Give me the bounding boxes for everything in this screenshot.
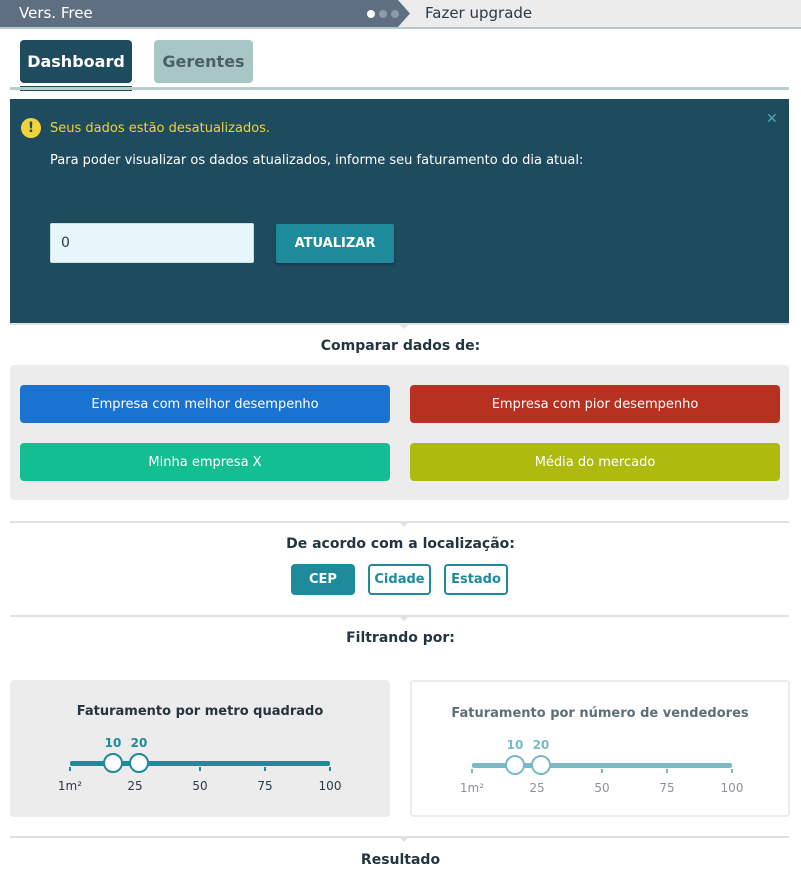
slider-tick-label: 75: [659, 781, 675, 795]
slider-tick-label: 100: [720, 781, 744, 795]
tab-dashboard[interactable]: Dashboard: [20, 40, 132, 83]
location-cidade-button[interactable]: Cidade: [368, 564, 431, 595]
compare-panel: Empresa com melhor desempenho Empresa co…: [10, 365, 789, 500]
filter-panel-sellers[interactable]: Faturamento por número de vendedores 1m²…: [410, 680, 790, 817]
location-title: De acordo com a localização:: [286, 536, 515, 552]
outdated-data-alert: ! Seus dados estão desatualizados. Para …: [10, 99, 789, 323]
section-divider: [10, 836, 789, 842]
section-divider: [10, 521, 789, 527]
slider-tick: [601, 769, 603, 773]
section-divider: [10, 615, 789, 621]
alert-message: Para poder visualizar os dados atualizad…: [50, 153, 584, 168]
carousel-dot[interactable]: [379, 10, 387, 18]
slider-tick-label: 25: [127, 779, 143, 793]
location-cep-button[interactable]: CEP: [291, 564, 355, 595]
slider-tick: [199, 767, 201, 771]
filter-title: Filtrando por:: [346, 630, 455, 646]
slider-max-handle[interactable]: [531, 755, 551, 775]
revenue-input[interactable]: [50, 223, 254, 263]
market-average-button[interactable]: Média do mercado: [410, 443, 780, 481]
slider-tick-label: 1m²: [57, 779, 83, 793]
slider-min-value: 10: [104, 736, 122, 750]
slider-min-value: 10: [506, 738, 524, 752]
slider-tick: [471, 769, 473, 773]
section-divider: [10, 323, 789, 329]
slider-min-handle[interactable]: [505, 755, 525, 775]
worst-company-button[interactable]: Empresa com pior desempenho: [410, 385, 780, 423]
compare-title: Comparar dados de:: [320, 338, 481, 354]
alert-title: Seus dados estão desatualizados.: [50, 121, 271, 136]
location-estado-button[interactable]: Estado: [444, 564, 508, 595]
slider-max-handle[interactable]: [129, 753, 149, 773]
slider-tick: [264, 767, 266, 771]
carousel-dot[interactable]: [367, 10, 375, 18]
top-bar: Vers. Free Fazer upgrade: [0, 0, 801, 27]
warning-icon: !: [21, 118, 41, 138]
slider-tick: [666, 769, 668, 773]
slider-tick-label: 50: [192, 779, 208, 793]
result-title: Resultado: [360, 852, 441, 868]
version-label: Vers. Free: [19, 4, 93, 22]
carousel-dot[interactable]: [391, 10, 399, 18]
slider-max-value: 20: [532, 738, 550, 752]
slider-max-value: 20: [130, 736, 148, 750]
slider-tick-label: 75: [257, 779, 273, 793]
slider-tick: [329, 767, 331, 771]
my-company-button[interactable]: Minha empresa X: [20, 443, 390, 481]
slider-tick-label: 25: [529, 781, 545, 795]
top-divider: [0, 27, 801, 29]
slider-tick-label: 1m²: [459, 781, 485, 795]
version-banner: Vers. Free: [0, 0, 410, 27]
slider-tick: [731, 769, 733, 773]
tabs-divider: [10, 87, 789, 90]
close-icon[interactable]: ✕: [766, 111, 778, 127]
slider-min-handle[interactable]: [103, 753, 123, 773]
tab-gerentes[interactable]: Gerentes: [154, 40, 253, 83]
carousel-dots[interactable]: [367, 10, 399, 18]
filter-panel-area[interactable]: Faturamento por metro quadrado 1m² 25 50 75…: [10, 680, 390, 817]
slider-tick: [69, 767, 71, 771]
filter-panel-title: Faturamento por número de vendedores: [451, 706, 749, 721]
filter-panel-title: Faturamento por metro quadrado: [76, 704, 324, 719]
slider-tick-label: 50: [594, 781, 610, 795]
best-company-button[interactable]: Empresa com melhor desempenho: [20, 385, 390, 423]
slider-tick-label: 100: [318, 779, 342, 793]
update-button[interactable]: ATUALIZAR: [276, 224, 394, 263]
upgrade-link[interactable]: Fazer upgrade: [425, 4, 532, 22]
